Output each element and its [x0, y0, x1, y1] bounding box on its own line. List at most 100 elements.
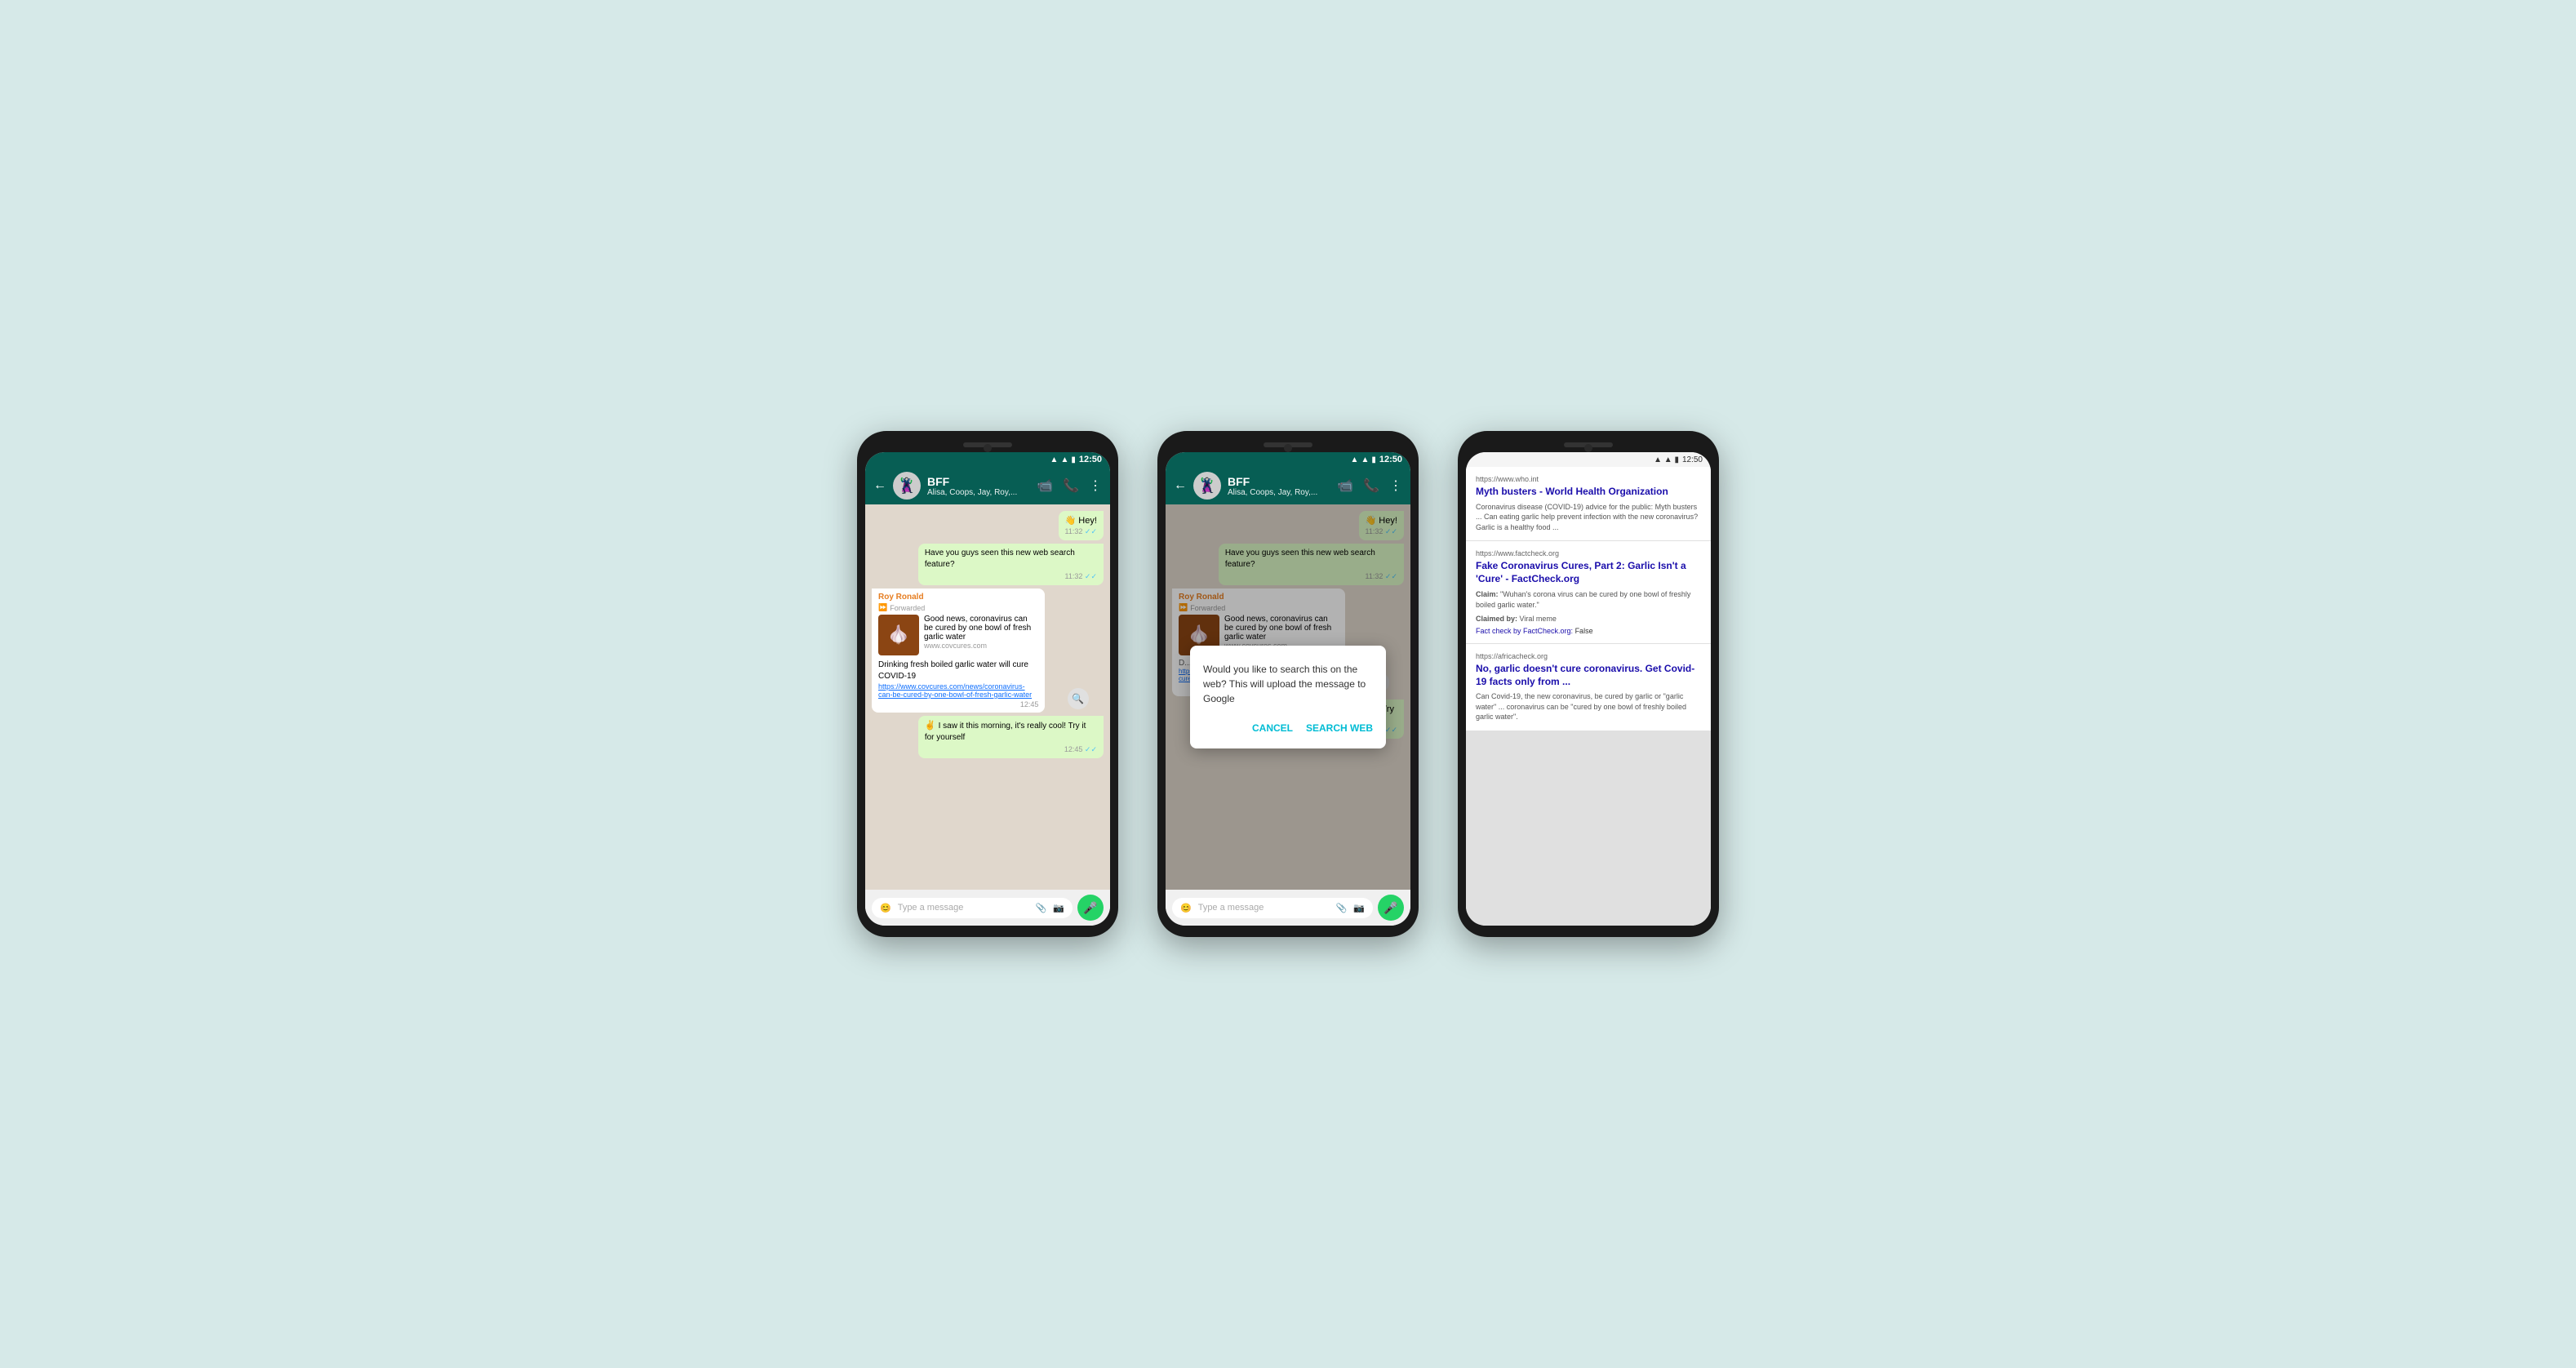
dialog-overlay: Would you like to search this on the web…	[1166, 504, 1410, 890]
back-button-2[interactable]: ←	[1174, 478, 1187, 493]
placeholder-text-1: Type a message	[898, 903, 1029, 913]
forwarded-image: 🧄	[878, 615, 919, 655]
wifi-icon: ▲	[1050, 455, 1059, 464]
search-result-3: https://africacheck.org No, garlic doesn…	[1466, 644, 1711, 731]
claim-label: Claim:	[1476, 590, 1499, 598]
forwarded-card: 🧄 Good news, coronavirus can be cured by…	[878, 615, 1038, 655]
mic-button-2[interactable]: 🎤	[1378, 895, 1404, 921]
chat-body-1: 👋 Hey! 11:32 ✓✓ Have you guys seen this …	[865, 504, 1110, 890]
phones-container: ▲ ▲ ▮ 12:50 ← 🦹 BFF Alisa, Coops, Jay, R…	[857, 431, 1719, 937]
chat-header-1: ← 🦹 BFF Alisa, Coops, Jay, Roy,... 📹 📞 ⋮	[865, 467, 1110, 504]
avatar-1: 🦹	[893, 472, 921, 500]
claim-text: "Wuhan's corona virus can be cured by on…	[1476, 590, 1690, 610]
camera-icon-input-1[interactable]: 📷	[1053, 903, 1064, 913]
phone-screen-3: ▲ ▲ ▮ 12:50 https://www.who.int Myth bus…	[1466, 452, 1711, 926]
phone-camera-1	[984, 444, 992, 452]
chat-subtitle-1: Alisa, Coops, Jay, Roy,...	[927, 488, 1030, 497]
search-results-body: https://www.who.int Myth busters - World…	[1466, 467, 1711, 926]
phone-icon-2[interactable]: 📞	[1363, 477, 1379, 494]
phone-camera-3	[1584, 444, 1592, 452]
status-bar-2: ▲ ▲ ▮ 12:50	[1166, 452, 1410, 467]
status-icons-2: ▲ ▲ ▮	[1351, 455, 1376, 464]
back-button-1[interactable]: ←	[873, 478, 886, 493]
claimed-by-text: Viral meme	[1520, 615, 1557, 623]
msg-body: Drinking fresh boiled garlic water will …	[878, 660, 1038, 682]
status-bar-3: ▲ ▲ ▮ 12:50	[1466, 452, 1711, 467]
chat-info-2: BFF Alisa, Coops, Jay, Roy,...	[1228, 475, 1330, 497]
status-time-3: 12:50	[1682, 455, 1703, 464]
chat-input-1: 😊 Type a message 📎 📷 🎤	[865, 890, 1110, 926]
result-claim: Claim: "Wuhan's corona virus can be cure…	[1476, 589, 1701, 611]
result-claimed-by: Claimed by: Viral meme	[1476, 614, 1701, 625]
attach-icon-1[interactable]: 📎	[1036, 903, 1047, 913]
chat-subtitle-2: Alisa, Coops, Jay, Roy,...	[1228, 488, 1330, 497]
card-text: Good news, coronavirus can be cured by o…	[924, 615, 1038, 642]
dialog-buttons: CANCEL SEARCH WEB	[1203, 719, 1373, 737]
more-icon-2[interactable]: ⋮	[1389, 477, 1402, 494]
wifi-icon-2: ▲	[1351, 455, 1359, 464]
dialog-text: Would you like to search this on the web…	[1203, 662, 1373, 706]
video-icon-1[interactable]: 📹	[1037, 477, 1053, 494]
result-fact-check: Fact check by FactCheck.org: False	[1476, 627, 1701, 635]
fact-check-result: False	[1575, 627, 1593, 635]
input-box-1[interactable]: 😊 Type a message 📎 📷	[872, 898, 1073, 918]
chat-info-1: BFF Alisa, Coops, Jay, Roy,...	[927, 475, 1030, 497]
result-title-2[interactable]: Fake Coronavirus Cures, Part 2: Garlic I…	[1476, 560, 1701, 585]
placeholder-text-2: Type a message	[1198, 903, 1330, 913]
message-out-3: ✌ I saw it this morning, it's really coo…	[918, 716, 1104, 758]
chat-input-2: 😊 Type a message 📎 📷 🎤	[1166, 890, 1410, 926]
result-snippet-3: Can Covid-19, the new coronavirus, be cu…	[1476, 691, 1701, 722]
header-icons-1: 📹 📞 ⋮	[1037, 477, 1102, 494]
fact-check-label: Fact check by FactCheck.org:	[1476, 627, 1573, 635]
battery-icon: ▮	[1071, 455, 1076, 464]
msg-link[interactable]: https://www.covcures.com/news/coronaviru…	[878, 682, 1038, 699]
msg-time-3: 12:45	[878, 700, 1038, 708]
signal-icon-3: ▲	[1664, 455, 1672, 464]
phone-icon-1[interactable]: 📞	[1063, 477, 1079, 494]
result-url-3: https://africacheck.org	[1476, 652, 1701, 660]
msg-emoji-4: ✌	[925, 721, 939, 731]
result-title-3[interactable]: No, garlic doesn't cure coronavirus. Get…	[1476, 663, 1701, 688]
result-title-1[interactable]: Myth busters - World Health Organization	[1476, 486, 1701, 499]
card-url: www.covcures.com	[924, 642, 1038, 650]
camera-icon-input-2[interactable]: 📷	[1353, 903, 1365, 913]
phone-1: ▲ ▲ ▮ 12:50 ← 🦹 BFF Alisa, Coops, Jay, R…	[857, 431, 1118, 937]
msg-ticks-4: ✓✓	[1085, 745, 1097, 753]
wifi-icon-3: ▲	[1654, 455, 1662, 464]
result-snippet-1: Coronavirus disease (COVID-19) advice fo…	[1476, 502, 1701, 533]
status-icons-1: ▲ ▲ ▮	[1050, 455, 1076, 464]
signal-icon-2: ▲	[1361, 455, 1369, 464]
msg-ticks-1: ✓✓	[1085, 527, 1097, 535]
status-time-2: 12:50	[1379, 455, 1402, 464]
more-icon-1[interactable]: ⋮	[1089, 477, 1102, 494]
msg-time-2: 11:32 ✓✓	[925, 572, 1097, 581]
message-out-1: 👋 Hey! 11:32 ✓✓	[1059, 511, 1104, 540]
attach-icon-2[interactable]: 📎	[1336, 903, 1348, 913]
msg-time-4: 12:45 ✓✓	[925, 745, 1097, 754]
search-icon-bubble[interactable]: 🔍	[1068, 688, 1089, 709]
result-url-1: https://www.who.int	[1476, 475, 1701, 483]
forwarded-label: ⏩ Forwarded	[878, 603, 1038, 612]
emoji-icon-2[interactable]: 😊	[1180, 903, 1192, 913]
cancel-button[interactable]: CANCEL	[1252, 719, 1293, 737]
chat-name-1: BFF	[927, 475, 1030, 488]
signal-icon: ▲	[1060, 455, 1068, 464]
forwarded-card-text: Good news, coronavirus can be cured by o…	[924, 615, 1038, 650]
search-dialog: Would you like to search this on the web…	[1190, 646, 1386, 748]
claimed-by-label: Claimed by:	[1476, 615, 1517, 623]
chat-header-2: ← 🦹 BFF Alisa, Coops, Jay, Roy,... 📹 📞 ⋮	[1166, 467, 1410, 504]
status-icons-3: ▲ ▲ ▮	[1654, 455, 1679, 464]
phone-2: ▲ ▲ ▮ 12:50 ← 🦹 BFF Alisa, Coops, Jay, R…	[1157, 431, 1419, 937]
chat-body-2: 👋 Hey! 11:32 ✓✓ Have you guys seen this …	[1166, 504, 1410, 890]
forward-sender: Roy Ronald	[878, 593, 1038, 602]
search-result-1: https://www.who.int Myth busters - World…	[1466, 467, 1711, 540]
chat-name-2: BFF	[1228, 475, 1330, 488]
msg-text-4: I saw it this morning, it's really cool!…	[925, 722, 1086, 742]
video-icon-2[interactable]: 📹	[1337, 477, 1353, 494]
emoji-icon-1[interactable]: 😊	[880, 903, 891, 913]
phone-screen-2: ▲ ▲ ▮ 12:50 ← 🦹 BFF Alisa, Coops, Jay, R…	[1166, 452, 1410, 926]
search-web-button[interactable]: SEARCH WEB	[1306, 719, 1373, 737]
mic-button-1[interactable]: 🎤	[1077, 895, 1104, 921]
input-box-2[interactable]: 😊 Type a message 📎 📷	[1172, 898, 1373, 918]
result-url-2: https://www.factcheck.org	[1476, 549, 1701, 557]
